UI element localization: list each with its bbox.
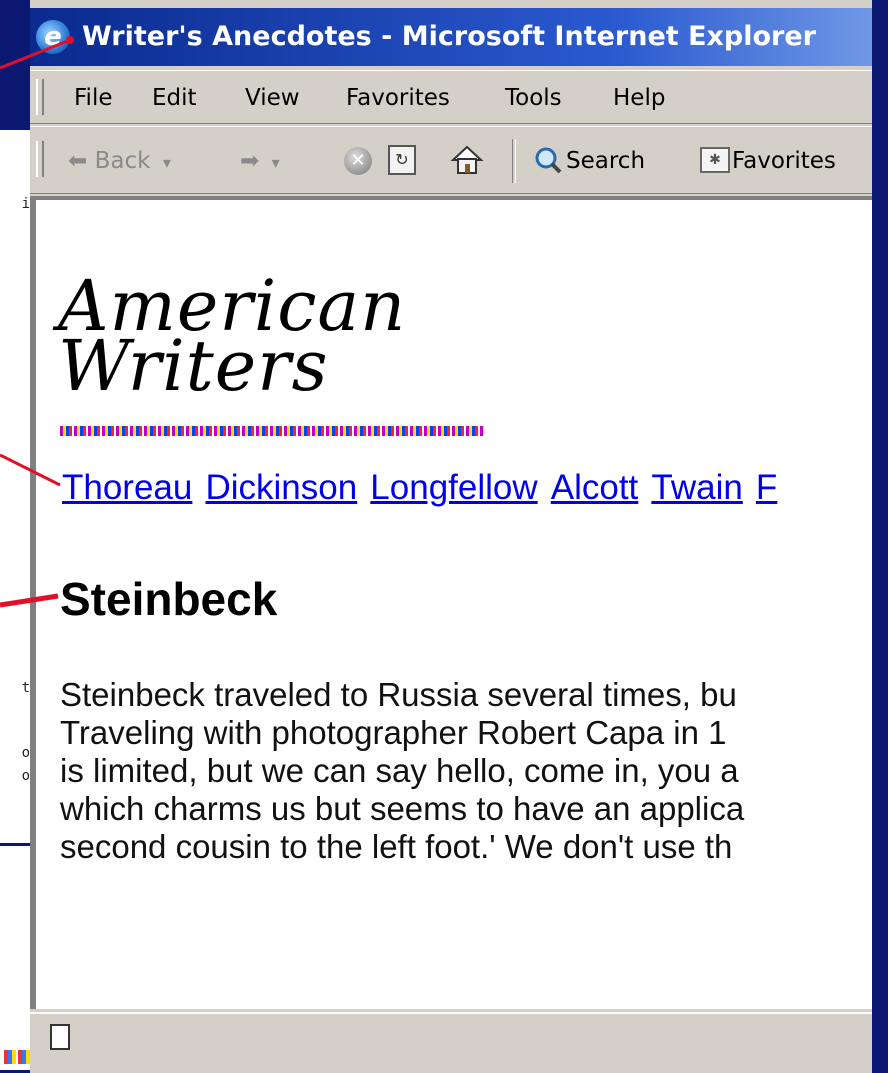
title-bar[interactable]: e Writer's Anecdotes - Microsoft Interne…	[30, 8, 872, 66]
slide-background-top	[0, 0, 30, 130]
back-dropdown-icon: ▾	[157, 153, 171, 172]
text-fragment: t	[21, 680, 30, 696]
nav-link-truncated[interactable]: F	[756, 468, 777, 507]
back-arrow-icon: ⬅	[68, 148, 88, 174]
menu-edit[interactable]: Edit	[152, 71, 197, 125]
body-paragraph: Steinbeck traveled to Russia several tim…	[60, 676, 872, 866]
nav-link-thoreau[interactable]: Thoreau	[62, 468, 192, 507]
favorites-button[interactable]: Favorites	[732, 127, 836, 195]
back-button[interactable]: ⬅ Back ▾	[68, 127, 171, 195]
menu-tools[interactable]: Tools	[505, 71, 562, 125]
body-line: which charms us but seems to have an app…	[60, 790, 745, 827]
favorites-icon[interactable]: ✱	[700, 147, 730, 173]
body-line: Steinbeck traveled to Russia several tim…	[60, 676, 737, 713]
nav-link-longfellow[interactable]: Longfellow	[370, 468, 537, 507]
menu-favorites[interactable]: Favorites	[346, 71, 450, 125]
back-label: Back	[94, 148, 151, 174]
slide-background-right	[872, 0, 888, 1073]
body-line: Traveling with photographer Robert Capa …	[60, 714, 727, 751]
refresh-icon[interactable]: ↻	[388, 145, 416, 175]
stop-icon[interactable]: ✕	[344, 147, 372, 175]
page-icon	[50, 1024, 70, 1050]
menu-file[interactable]: File	[74, 71, 113, 125]
body-line: second cousin to the left foot.' We don'…	[60, 828, 733, 865]
nav-link-twain[interactable]: Twain	[651, 468, 742, 507]
ie-logo-icon: e	[36, 20, 70, 54]
forward-arrow-icon: ➡	[240, 148, 260, 174]
menu-view[interactable]: View	[245, 71, 300, 125]
menu-grip[interactable]	[36, 79, 44, 115]
page-heading: Steinbeck	[60, 573, 278, 625]
search-icon[interactable]	[533, 145, 563, 175]
forward-button[interactable]: ➡ ▾	[240, 127, 280, 195]
home-icon[interactable]	[450, 143, 484, 177]
status-bar	[30, 1012, 872, 1073]
site-logo: American Writers	[58, 271, 406, 401]
author-nav: Thoreau Dickinson Longfellow Alcott Twai…	[62, 468, 785, 508]
logo-underline	[60, 426, 484, 436]
text-fragment: o	[21, 745, 30, 761]
text-fragment: o	[21, 768, 30, 784]
text-fragment: i	[21, 196, 30, 212]
menu-bar: File Edit View Favorites Tools Help	[30, 70, 872, 124]
window-title: Writer's Anecdotes - Microsoft Internet …	[82, 21, 816, 52]
menu-help[interactable]: Help	[613, 71, 665, 125]
nav-link-alcott[interactable]: Alcott	[551, 468, 639, 507]
search-button[interactable]: Search	[566, 127, 645, 195]
toolbar-separator	[512, 139, 516, 183]
nav-link-dickinson[interactable]: Dickinson	[205, 468, 357, 507]
body-line: is limited, but we can say hello, come i…	[60, 752, 739, 789]
standard-toolbar: ⬅ Back ▾ ➡ ▾ ✕ ↻ Search ✱ Favorites	[30, 126, 872, 194]
toolbar-grip[interactable]	[36, 141, 44, 177]
forward-dropdown-icon: ▾	[266, 153, 280, 172]
page-content: American Writers Thoreau Dickinson Longf…	[30, 196, 872, 1009]
browser-window: e Writer's Anecdotes - Microsoft Interne…	[30, 0, 872, 1073]
